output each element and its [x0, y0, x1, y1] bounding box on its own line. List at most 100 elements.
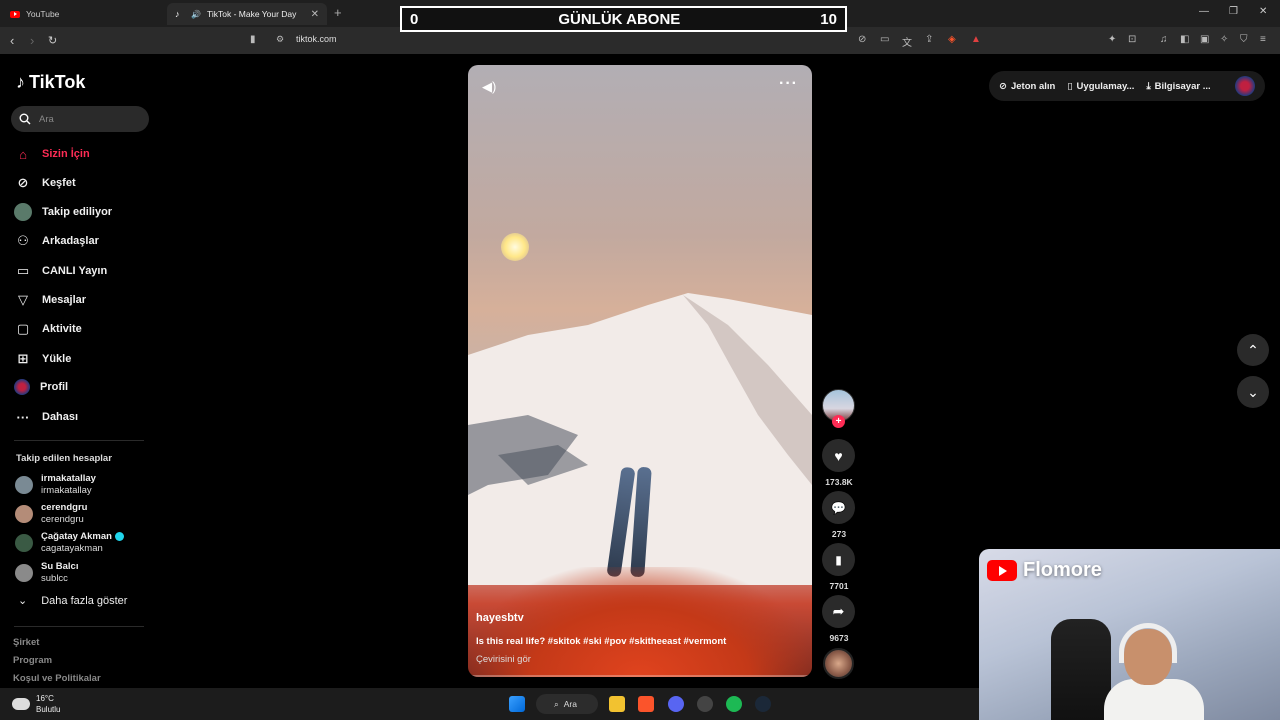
video-player[interactable]: ◀) ··· hayesbtv Is this real life? #skit… [468, 65, 812, 677]
youtube-favicon-icon [10, 10, 20, 18]
counter-right-value: 10 [820, 10, 837, 28]
sidebar-item-upload[interactable]: ⊞ Yükle [14, 350, 72, 368]
previous-video-button[interactable]: ⌃ [1237, 334, 1269, 366]
get-app-label: Uygulamay... [1076, 80, 1135, 92]
account-handle: irmakatallay [41, 485, 92, 496]
discord-icon[interactable] [668, 696, 684, 712]
cast-icon[interactable]: ▭ [880, 34, 889, 45]
taskbar: 16°C Bulutlu ⌕ Ara [0, 688, 979, 720]
forward-icon[interactable]: › [30, 33, 34, 48]
following-account[interactable]: irmakatallay irmakatallay [15, 473, 96, 497]
chevron-down-icon: ⌄ [18, 595, 28, 607]
close-window-icon[interactable]: ✕ [1259, 6, 1267, 17]
brave-browser-icon[interactable] [638, 696, 654, 712]
mute-icon[interactable]: ⊘ [858, 34, 866, 45]
url-field[interactable]: tiktok.com [296, 34, 337, 44]
avatar [15, 564, 33, 582]
translate-icon[interactable]: 文 [902, 34, 912, 49]
sidebar-item-messages[interactable]: ▽ Mesajlar [14, 291, 86, 309]
media-icon[interactable]: ♫ [1160, 34, 1168, 45]
back-icon[interactable]: ‹ [10, 33, 14, 48]
following-account[interactable]: Çağatay Akman cagatayakman [15, 531, 124, 555]
menu-icon[interactable]: ≡ [1260, 34, 1266, 45]
get-coins-button[interactable]: ⊘ Jeton alın [999, 81, 1055, 92]
steam-icon[interactable] [755, 696, 771, 712]
sidebar-item-for-you[interactable]: ⌂ Sizin İçin [14, 145, 90, 163]
phone-icon: ▯ [1067, 80, 1073, 92]
sidebar-toggle-icon[interactable]: ◧ [1180, 34, 1189, 45]
channel-name: Flomore [1023, 559, 1102, 581]
bookmark-icon[interactable]: ▮ [250, 34, 256, 45]
sidebar-item-activity[interactable]: ▢ Aktivite [14, 320, 82, 338]
sidebar-item-label: Takip ediliyor [42, 206, 113, 218]
new-tab-button[interactable]: + [334, 5, 342, 20]
extensions-icon[interactable]: ✦ [1108, 34, 1116, 45]
send-icon: ▽ [18, 292, 28, 307]
volume-icon[interactable]: ◀) [482, 79, 496, 95]
sidebar-item-more[interactable]: ··· Dahası [14, 408, 79, 426]
speaker-icon: 🔊 [191, 9, 201, 19]
brave-rewards-icon[interactable]: ▲ [971, 34, 981, 45]
sidebar-item-explore[interactable]: ⊘ Keşfet [14, 174, 76, 192]
sidebar-item-friends[interactable]: ⚇ Arkadaşlar [14, 232, 99, 250]
sidebar-item-live[interactable]: ▭ CANLI Yayın [14, 262, 107, 280]
taskbar-search[interactable]: ⌕ Ara [536, 694, 598, 714]
restore-icon[interactable]: ❐ [1229, 6, 1238, 17]
leo-ai-icon[interactable]: ✧ [1220, 34, 1228, 45]
video-username[interactable]: hayesbtv [476, 612, 524, 624]
search-icon: ⌕ [554, 698, 559, 709]
gaming-chair [1051, 619, 1111, 720]
tiktok-logo[interactable]: ♪ TikTok [16, 72, 85, 93]
footer-link-terms[interactable]: Koşul ve Politikalar [13, 673, 101, 684]
translate-link[interactable]: Çevirisini gör [476, 654, 531, 665]
more-icon: ··· [16, 409, 30, 425]
desktop-app-button[interactable]: ⤓ Bilgisayar ... [1146, 81, 1210, 92]
show-more-button[interactable]: ⌄ Daha fazla göster [18, 594, 127, 608]
sidebar-item-label: Sizin İçin [42, 148, 90, 160]
comment-icon: 💬 [831, 500, 846, 515]
screenshot-icon[interactable]: ⊡ [1128, 34, 1136, 45]
site-settings-icon[interactable]: ⚙ [276, 34, 284, 45]
share-count: 9673 [829, 633, 849, 643]
wallet-icon[interactable]: ▣ [1200, 34, 1209, 45]
tab-tiktok[interactable]: ♪ 🔊 TikTok - Make Your Day ✕ [167, 3, 327, 25]
next-video-button[interactable]: ⌄ [1237, 376, 1269, 408]
follow-plus-icon[interactable]: + [832, 415, 845, 428]
vpn-icon[interactable]: ⛉ [1240, 34, 1248, 45]
webcam-overlay: Flomore [979, 549, 1280, 720]
weather-widget[interactable]: 16°C Bulutlu [12, 693, 60, 715]
share-icon[interactable]: ⇪ [925, 34, 933, 45]
video-progress-bar[interactable] [468, 675, 812, 677]
tab-youtube[interactable]: YouTube [2, 3, 162, 25]
share-button[interactable]: ➦ [822, 595, 855, 628]
brave-shield-icon[interactable]: ◈ [948, 34, 956, 45]
close-tab-icon[interactable]: ✕ [311, 9, 319, 20]
reload-icon[interactable]: ↻ [48, 34, 57, 47]
footer-link-program[interactable]: Program [13, 655, 52, 666]
more-options-icon[interactable]: ··· [779, 75, 798, 93]
music-disc-icon[interactable] [823, 648, 854, 679]
sidebar-item-profile[interactable]: Profil [14, 379, 68, 395]
sidebar-item-following[interactable]: Takip ediliyor [14, 203, 112, 221]
spotify-icon[interactable] [726, 696, 742, 712]
save-button[interactable]: ▮ [822, 543, 855, 576]
following-account[interactable]: Su Balcı sublcc [15, 561, 79, 585]
comment-button[interactable]: 💬 [822, 491, 855, 524]
footer-link-company[interactable]: Şirket [13, 637, 39, 648]
file-explorer-icon[interactable] [609, 696, 625, 712]
tiktok-note-icon: ♪ [16, 72, 25, 92]
like-button[interactable]: ♥ [822, 439, 855, 472]
minimize-icon[interactable]: — [1199, 6, 1209, 17]
youtube-logo-icon [987, 560, 1017, 581]
following-accounts-title: Takip edilen hesaplar [16, 453, 112, 464]
video-sun [501, 233, 529, 261]
search-input[interactable]: Ara [11, 106, 149, 132]
following-account[interactable]: cerendgru cerendgru [15, 502, 87, 526]
get-app-button[interactable]: ▯ Uygulamay... [1067, 81, 1134, 92]
windows-start-icon[interactable] [509, 696, 525, 712]
profile-avatar[interactable] [1235, 76, 1255, 96]
app-icon[interactable] [697, 696, 713, 712]
avatar [15, 534, 33, 552]
save-count: 7701 [829, 581, 849, 591]
headset [1119, 623, 1177, 663]
